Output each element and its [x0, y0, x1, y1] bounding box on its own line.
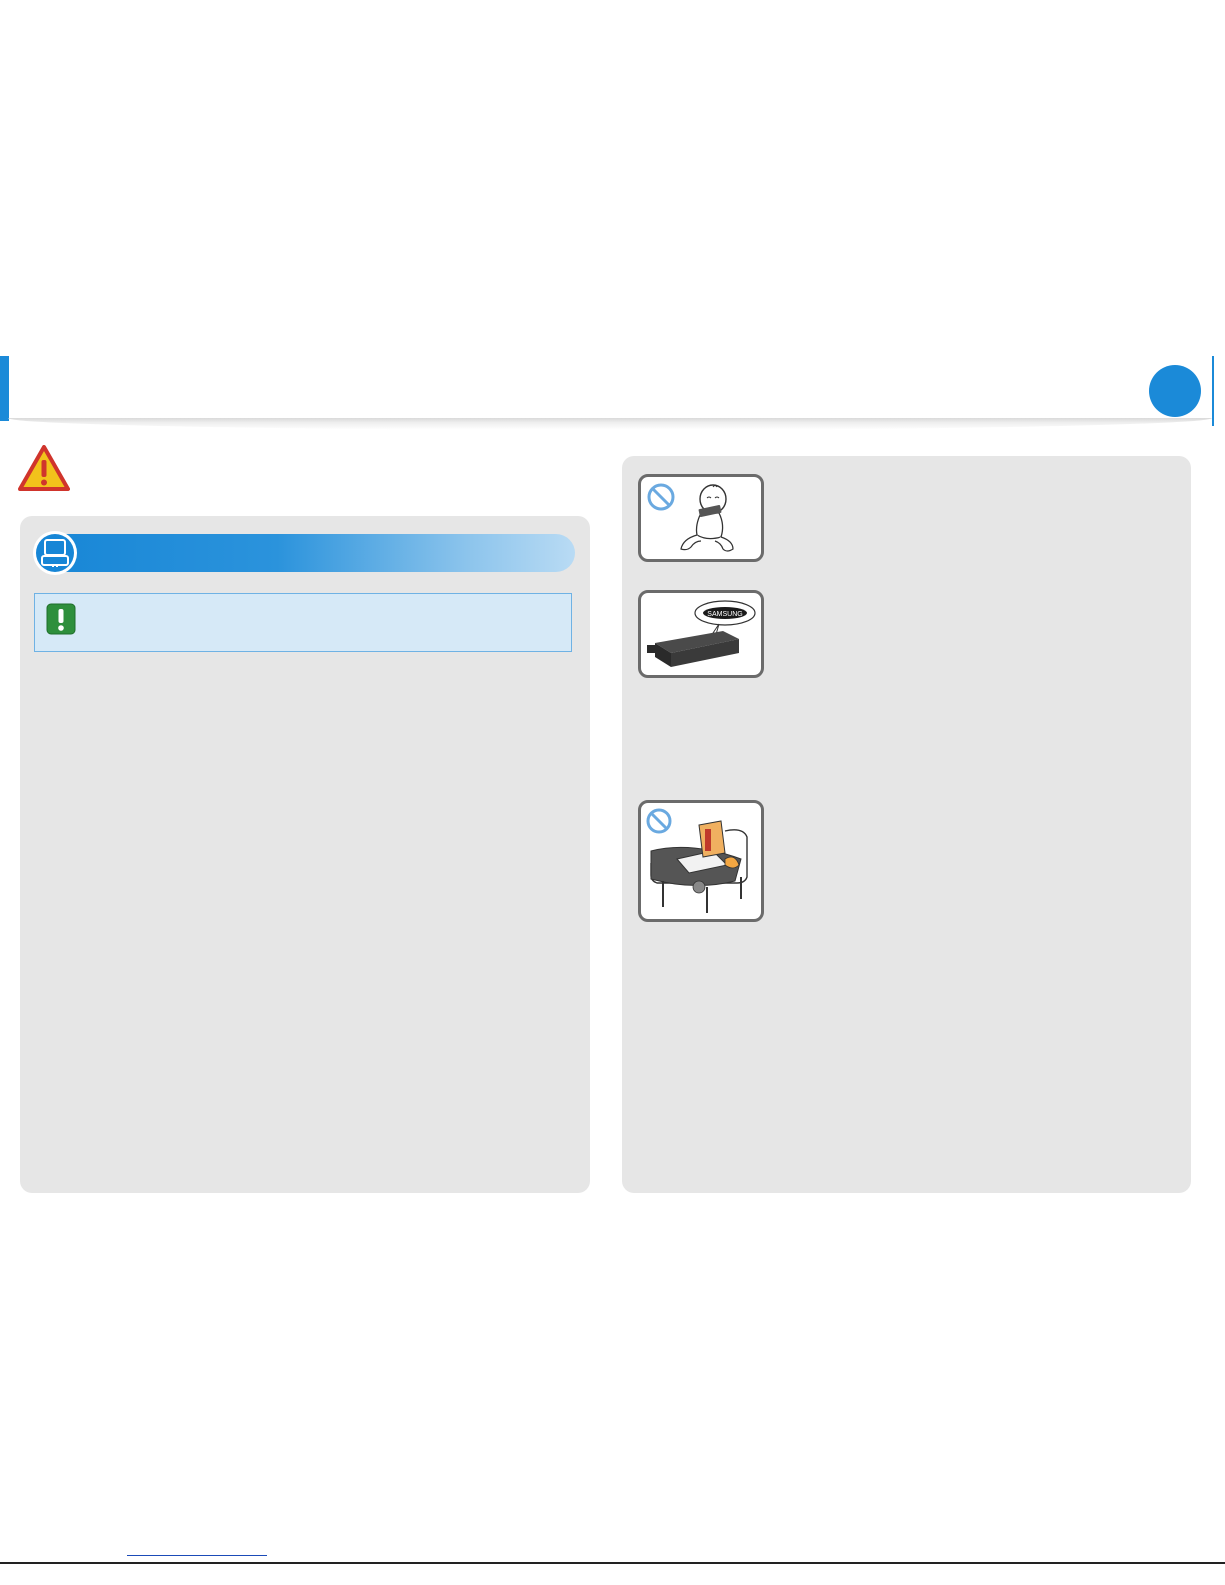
chapter-indicator: [1149, 365, 1201, 417]
laptop-battery-icon: [33, 531, 77, 575]
section-header-bar: [34, 534, 575, 572]
caution-box: [34, 593, 572, 652]
header-rule: [8, 418, 1212, 430]
laptop-on-bed-image: [646, 808, 748, 913]
footer-rule: [0, 1562, 1225, 1564]
illustration-baby-battery: [638, 474, 764, 562]
exclamation-icon: [46, 603, 76, 635]
illustration-samsung-battery: SAMSUNG: [638, 590, 764, 678]
left-accent-bar: [0, 356, 9, 421]
samsung-logo-text: SAMSUNG: [707, 611, 742, 618]
baby-battery-image: [647, 483, 734, 552]
right-edge-line: [1212, 356, 1214, 426]
illustration-laptop-on-bed: [638, 800, 764, 922]
samsung-battery-image: SAMSUNG: [647, 600, 756, 667]
footer-link[interactable]: [127, 1555, 267, 1556]
warning-triangle-icon: [18, 445, 70, 491]
